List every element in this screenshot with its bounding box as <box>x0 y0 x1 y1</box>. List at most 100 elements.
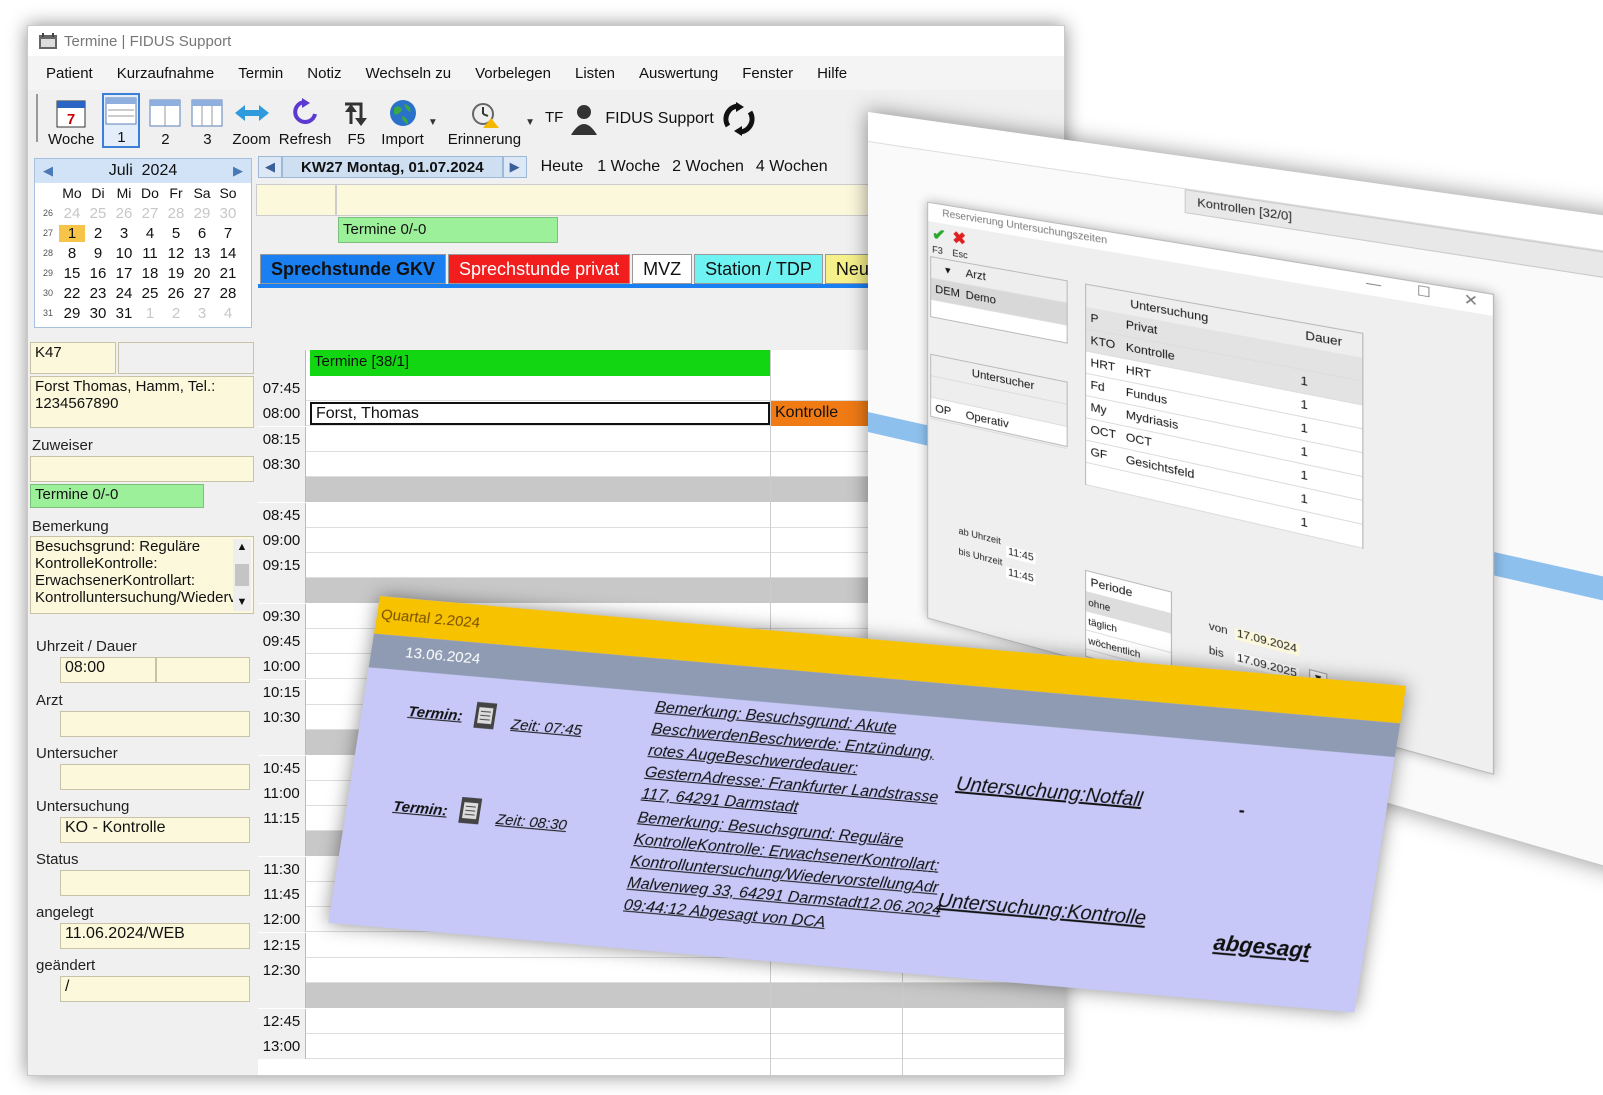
calendar-day[interactable]: 4 <box>215 305 241 322</box>
calendar-day[interactable]: 28 <box>163 205 189 222</box>
menu-kurzaufnahme[interactable]: Kurzaufnahme <box>117 65 215 82</box>
cancel-button[interactable]: ✖ Esc <box>952 227 967 260</box>
appointment-name[interactable]: Forst, Thomas <box>310 402 770 426</box>
calendar-day[interactable]: 18 <box>137 265 163 282</box>
calendar-day[interactable]: 29 <box>59 305 85 322</box>
von-date-field[interactable]: 17.09.2024 <box>1234 627 1300 657</box>
scroll-up-icon[interactable]: ▲ <box>233 539 251 556</box>
angelegt-field[interactable]: 11.06.2024/WEB <box>60 923 250 949</box>
calendar-day[interactable]: 25 <box>137 285 163 302</box>
calendar-day[interactable]: 17 <box>111 265 137 282</box>
view-1-button[interactable]: 1 <box>102 93 141 148</box>
calendar-day[interactable]: 2 <box>163 305 189 322</box>
calendar-day[interactable]: 27 <box>189 285 215 302</box>
zoom-button[interactable]: Zoom <box>232 97 271 148</box>
calendar-day[interactable]: 9 <box>85 245 111 262</box>
scroll-thumb[interactable] <box>235 564 249 586</box>
menu-hilfe[interactable]: Hilfe <box>817 65 847 82</box>
menu-vorbelegen[interactable]: Vorbelegen <box>475 65 551 82</box>
room-field[interactable]: K47 <box>30 342 116 374</box>
calendar-month-year[interactable]: Juli 2024 <box>109 162 178 180</box>
user-area[interactable]: FIDUS Support <box>571 102 755 136</box>
untersuchung-field[interactable]: KO - Kontrolle <box>60 817 250 843</box>
time-slot-row[interactable]: 13:00 <box>258 1033 1064 1059</box>
zuweiser-field[interactable] <box>30 456 254 482</box>
week-view-button[interactable]: 7 Woche <box>48 97 94 148</box>
menu-patient[interactable]: Patient <box>46 65 93 82</box>
menu-auswertung[interactable]: Auswertung <box>639 65 718 82</box>
calendar-day[interactable]: 29 <box>189 205 215 222</box>
patient-info[interactable]: Forst Thomas, Hamm, Tel.: 1234567890 <box>30 376 254 428</box>
calendar-day[interactable]: 27 <box>137 205 163 222</box>
tab-mvz[interactable]: MVZ <box>632 254 693 284</box>
import-button[interactable]: Import <box>381 97 424 148</box>
maximize-icon[interactable]: ☐ <box>1417 282 1431 300</box>
calendar-day[interactable]: 25 <box>85 205 111 222</box>
calendar-day[interactable]: 8 <box>59 245 85 262</box>
calendar-day[interactable]: 24 <box>59 205 85 222</box>
calendar-day[interactable]: 2 <box>85 225 111 242</box>
prev-month-icon[interactable]: ◀ <box>43 163 53 179</box>
calendar-day[interactable]: 4 <box>137 225 163 242</box>
tab-sprechstunde-gkv[interactable]: Sprechstunde GKV <box>260 254 447 284</box>
next-month-icon[interactable]: ▶ <box>233 163 243 179</box>
uhrzeit-field[interactable]: 08:00 <box>60 657 156 683</box>
f5-button[interactable]: F5 <box>339 97 373 148</box>
calendar-day[interactable]: 24 <box>111 285 137 302</box>
erinnerung-dropdown-icon[interactable]: ▼ <box>525 117 535 128</box>
calendar-day[interactable]: 16 <box>85 265 111 282</box>
menu-wechseln-zu[interactable]: Wechseln zu <box>365 65 451 82</box>
sync-icon[interactable] <box>722 102 756 136</box>
calendar-day[interactable]: 13 <box>189 245 215 262</box>
termin-2-calendar-icon[interactable] <box>457 796 483 826</box>
minimize-icon[interactable]: — <box>1366 274 1381 292</box>
calendar-day[interactable]: 15 <box>59 265 85 282</box>
menu-listen[interactable]: Listen <box>575 65 615 82</box>
termin-1-calendar-icon[interactable] <box>472 701 498 731</box>
calendar-day[interactable]: 3 <box>111 225 137 242</box>
close-icon[interactable]: ✕ <box>1464 290 1478 311</box>
calendar-day[interactable]: 31 <box>111 305 137 322</box>
calendar-day[interactable]: 12 <box>163 245 189 262</box>
calendar-day[interactable]: 30 <box>215 205 241 222</box>
calendar-day[interactable]: 11 <box>137 245 163 262</box>
calendar-day[interactable]: 23 <box>85 285 111 302</box>
status-field[interactable] <box>60 870 250 896</box>
one-week-link[interactable]: 1 Woche <box>597 158 660 176</box>
calendar-day[interactable]: 28 <box>215 285 241 302</box>
geaendert-field[interactable]: / <box>60 976 250 1002</box>
menu-notiz[interactable]: Notiz <box>307 65 341 82</box>
time-slot-row[interactable]: 12:45 <box>258 1008 1064 1034</box>
calendar-day[interactable]: 10 <box>111 245 137 262</box>
calendar-day[interactable]: 30 <box>85 305 111 322</box>
room-extra-field[interactable] <box>118 342 254 374</box>
calendar-day[interactable]: 14 <box>215 245 241 262</box>
refresh-button[interactable]: Refresh <box>279 97 331 148</box>
view-3-button[interactable]: 3 <box>190 97 224 148</box>
tab-sprechstunde-privat[interactable]: Sprechstunde privat <box>448 254 631 284</box>
confirm-button[interactable]: ✔ F3 <box>932 224 946 257</box>
calendar-day[interactable]: 26 <box>111 205 137 222</box>
calendar-day[interactable]: 1 <box>59 224 85 242</box>
calendar-day[interactable]: 7 <box>215 225 241 242</box>
allday-left-cell[interactable] <box>256 184 336 216</box>
bemerkung-textarea[interactable]: Besuchsgrund: Reguläre KontrolleKontroll… <box>30 536 254 614</box>
today-link[interactable]: Heute <box>541 158 584 176</box>
scroll-down-icon[interactable]: ▼ <box>233 594 251 611</box>
import-dropdown-icon[interactable]: ▼ <box>428 117 438 128</box>
ab-uhrzeit-field[interactable]: 11:45 <box>1006 545 1036 565</box>
bemerkung-scrollbar[interactable]: ▲ ▼ <box>233 539 251 611</box>
calendar-day[interactable]: 20 <box>189 265 215 282</box>
prev-day-button[interactable]: ◀ <box>258 156 282 178</box>
untersucher-field[interactable] <box>60 764 250 790</box>
four-weeks-link[interactable]: 4 Wochen <box>756 158 828 176</box>
calendar-day[interactable]: 22 <box>59 285 85 302</box>
two-weeks-link[interactable]: 2 Wochen <box>672 158 744 176</box>
calendar-day[interactable]: 6 <box>189 225 215 242</box>
arzt-field[interactable] <box>60 711 250 737</box>
next-day-button[interactable]: ▶ <box>502 156 527 178</box>
menu-termin[interactable]: Termin <box>238 65 283 82</box>
menu-fenster[interactable]: Fenster <box>742 65 793 82</box>
calendar-day[interactable]: 19 <box>163 265 189 282</box>
bis-uhrzeit-field[interactable]: 11:45 <box>1006 566 1036 586</box>
